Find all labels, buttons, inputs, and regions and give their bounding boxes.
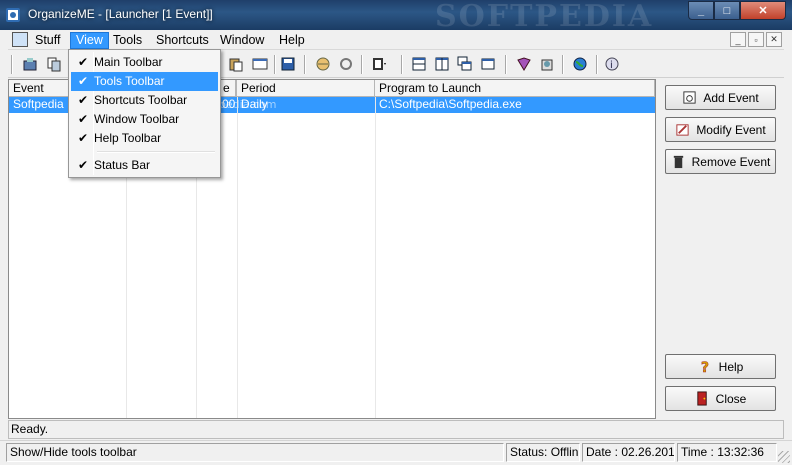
add-event-button[interactable]: Add Event (665, 85, 776, 110)
blank-window-icon[interactable] (250, 54, 270, 74)
checkmark-icon: ✔ (77, 158, 89, 172)
window-title: OrganizeME - [Launcher [1 Event]] (28, 7, 213, 21)
vertical-split-icon[interactable] (432, 54, 452, 74)
question-icon: ? (700, 360, 709, 374)
status-hint: Show/Hide tools toolbar (6, 443, 504, 462)
checkmark-icon: ✔ (77, 93, 89, 107)
column-period[interactable]: Period (237, 80, 375, 97)
close-label: Close (715, 391, 747, 406)
checkmark-icon: ✔ (77, 55, 89, 69)
modify-event-button[interactable]: Modify Event (665, 117, 776, 142)
document-icon[interactable] (12, 32, 28, 47)
remove-event-label: Remove Event (691, 154, 771, 169)
mdi-controls: _ ▫ ✕ (730, 32, 782, 47)
refresh-icon[interactable] (336, 54, 356, 74)
save-icon[interactable] (278, 54, 298, 74)
ready-text: Ready. (11, 422, 49, 436)
modify-event-label: Modify Event (696, 122, 766, 137)
status-connection: Status: Offline (506, 443, 580, 462)
menu-stuff[interactable]: Stuff (30, 32, 65, 49)
help-label: Help (718, 359, 744, 374)
column-time[interactable]: e (221, 80, 237, 97)
title-bar: OrganizeME - [Launcher [1 Event]] SOFTPE… (0, 0, 792, 34)
checkmark-icon: ✔ (77, 112, 89, 126)
column-divider (375, 97, 376, 418)
menu-tools[interactable]: Tools (108, 32, 147, 49)
menu-view[interactable]: View (70, 32, 109, 49)
copy-icon[interactable] (44, 54, 64, 74)
maximize-button[interactable]: □ (714, 1, 740, 20)
menu-window[interactable]: Window (215, 32, 269, 49)
menu-separator (97, 151, 215, 153)
resize-grip[interactable] (778, 451, 790, 463)
status-time: Time : 13:32:36 (677, 443, 777, 462)
status-bar: Show/Hide tools toolbar Status: Offline … (0, 440, 792, 465)
add-event-label: Add Event (703, 90, 759, 105)
toolbar-separator (304, 55, 306, 74)
gift-icon[interactable] (537, 54, 557, 74)
menu-item-help-toolbar[interactable]: ✔ Help Toolbar (71, 129, 218, 148)
svg-text:i: i (610, 60, 613, 71)
horizontal-split-icon[interactable] (409, 54, 429, 74)
checkmark-icon: ✔ (77, 131, 89, 145)
menu-item-main-toolbar[interactable]: ✔ Main Toolbar (71, 53, 218, 72)
modify-event-icon (676, 124, 689, 136)
toolbar-separator (274, 55, 276, 74)
internet-icon[interactable] (570, 54, 590, 74)
close-button[interactable]: Close (665, 386, 776, 411)
menu-help[interactable]: Help (274, 32, 310, 49)
toolbar-separator (562, 55, 564, 74)
tile-icon[interactable] (478, 54, 498, 74)
column-divider (237, 97, 238, 418)
menu-item-window-toolbar[interactable]: ✔ Window Toolbar (71, 110, 218, 129)
help-button[interactable]: ? Help (665, 354, 776, 379)
softpedia-watermark: SOFTPEDIA (435, 0, 654, 34)
close-window-button[interactable]: ✕ (740, 1, 786, 20)
cascade-icon[interactable] (455, 54, 475, 74)
info-icon[interactable]: i (602, 54, 622, 74)
checkmark-icon: ✔ (77, 74, 89, 88)
status-date: Date : 02.26.2011 (582, 443, 675, 462)
book-icon[interactable] (514, 54, 534, 74)
toolbar-separator (11, 55, 13, 74)
menu-item-tools-toolbar[interactable]: ✔ Tools Toolbar (71, 72, 218, 91)
remove-event-button[interactable]: Remove Event (665, 149, 776, 174)
dropdown-icon[interactable] (370, 54, 390, 74)
open-icon[interactable] (20, 54, 40, 74)
menu-item-shortcuts-toolbar[interactable]: ✔ Shortcuts Toolbar (71, 91, 218, 110)
paste-icon[interactable] (226, 54, 246, 74)
mdi-minimize-button[interactable]: _ (730, 32, 746, 47)
window-controls: _ □ ✕ (688, 1, 786, 20)
mdi-close-button[interactable]: ✕ (766, 32, 782, 47)
menu-shortcuts[interactable]: Shortcuts (151, 32, 214, 49)
globe-icon[interactable] (313, 54, 333, 74)
toolbar-separator (361, 55, 363, 74)
menu-item-status-bar[interactable]: ✔ Status Bar (71, 156, 218, 175)
toolbar-separator (505, 55, 507, 74)
svg-text:?: ? (700, 360, 708, 374)
view-menu-dropdown: ✔ Main Toolbar ✔ Tools Toolbar ✔ Shortcu… (68, 49, 221, 178)
minimize-button[interactable]: _ (688, 1, 714, 20)
ready-bar: Ready. (8, 420, 784, 439)
toolbar-separator (401, 55, 403, 74)
mdi-restore-button[interactable]: ▫ (748, 32, 764, 47)
cell-program: C:\Softpedia\Softpedia.exe (379, 97, 522, 111)
toolbar-separator (596, 55, 598, 74)
add-event-icon (683, 91, 696, 104)
column-program[interactable]: Program to Launch (375, 80, 655, 97)
trash-icon (673, 155, 683, 169)
app-icon[interactable] (6, 8, 20, 22)
door-icon (697, 391, 707, 406)
menu-bar: Stuff View Tools Shortcuts Window Help _… (8, 30, 784, 50)
